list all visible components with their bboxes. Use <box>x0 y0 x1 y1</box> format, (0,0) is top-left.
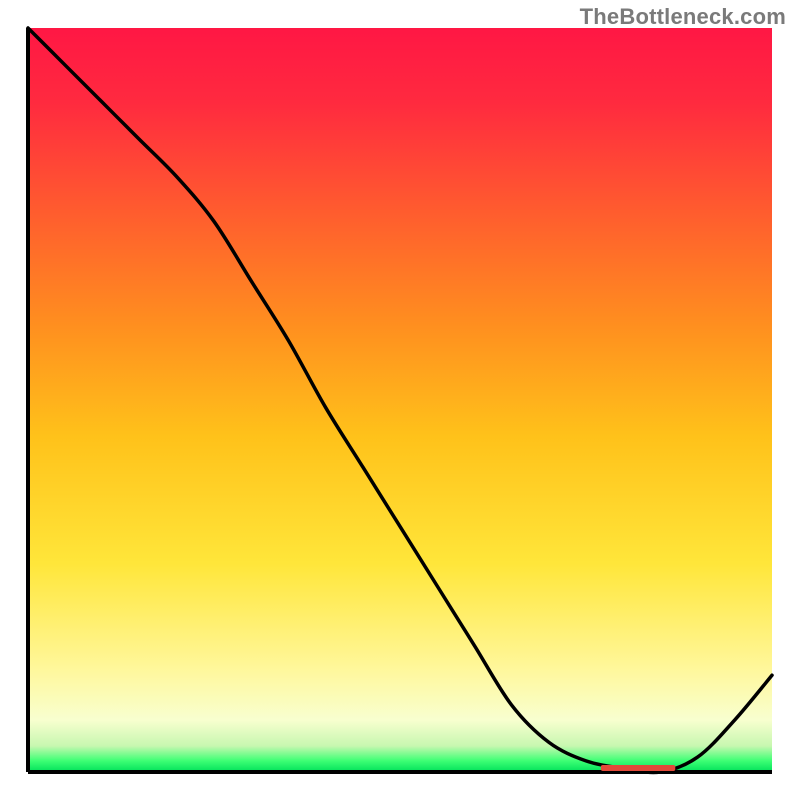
chart-stage: TheBottleneck.com <box>0 0 800 800</box>
watermark-text: TheBottleneck.com <box>580 4 786 30</box>
bottleneck-chart <box>0 0 800 800</box>
minimum-marker <box>601 765 675 771</box>
